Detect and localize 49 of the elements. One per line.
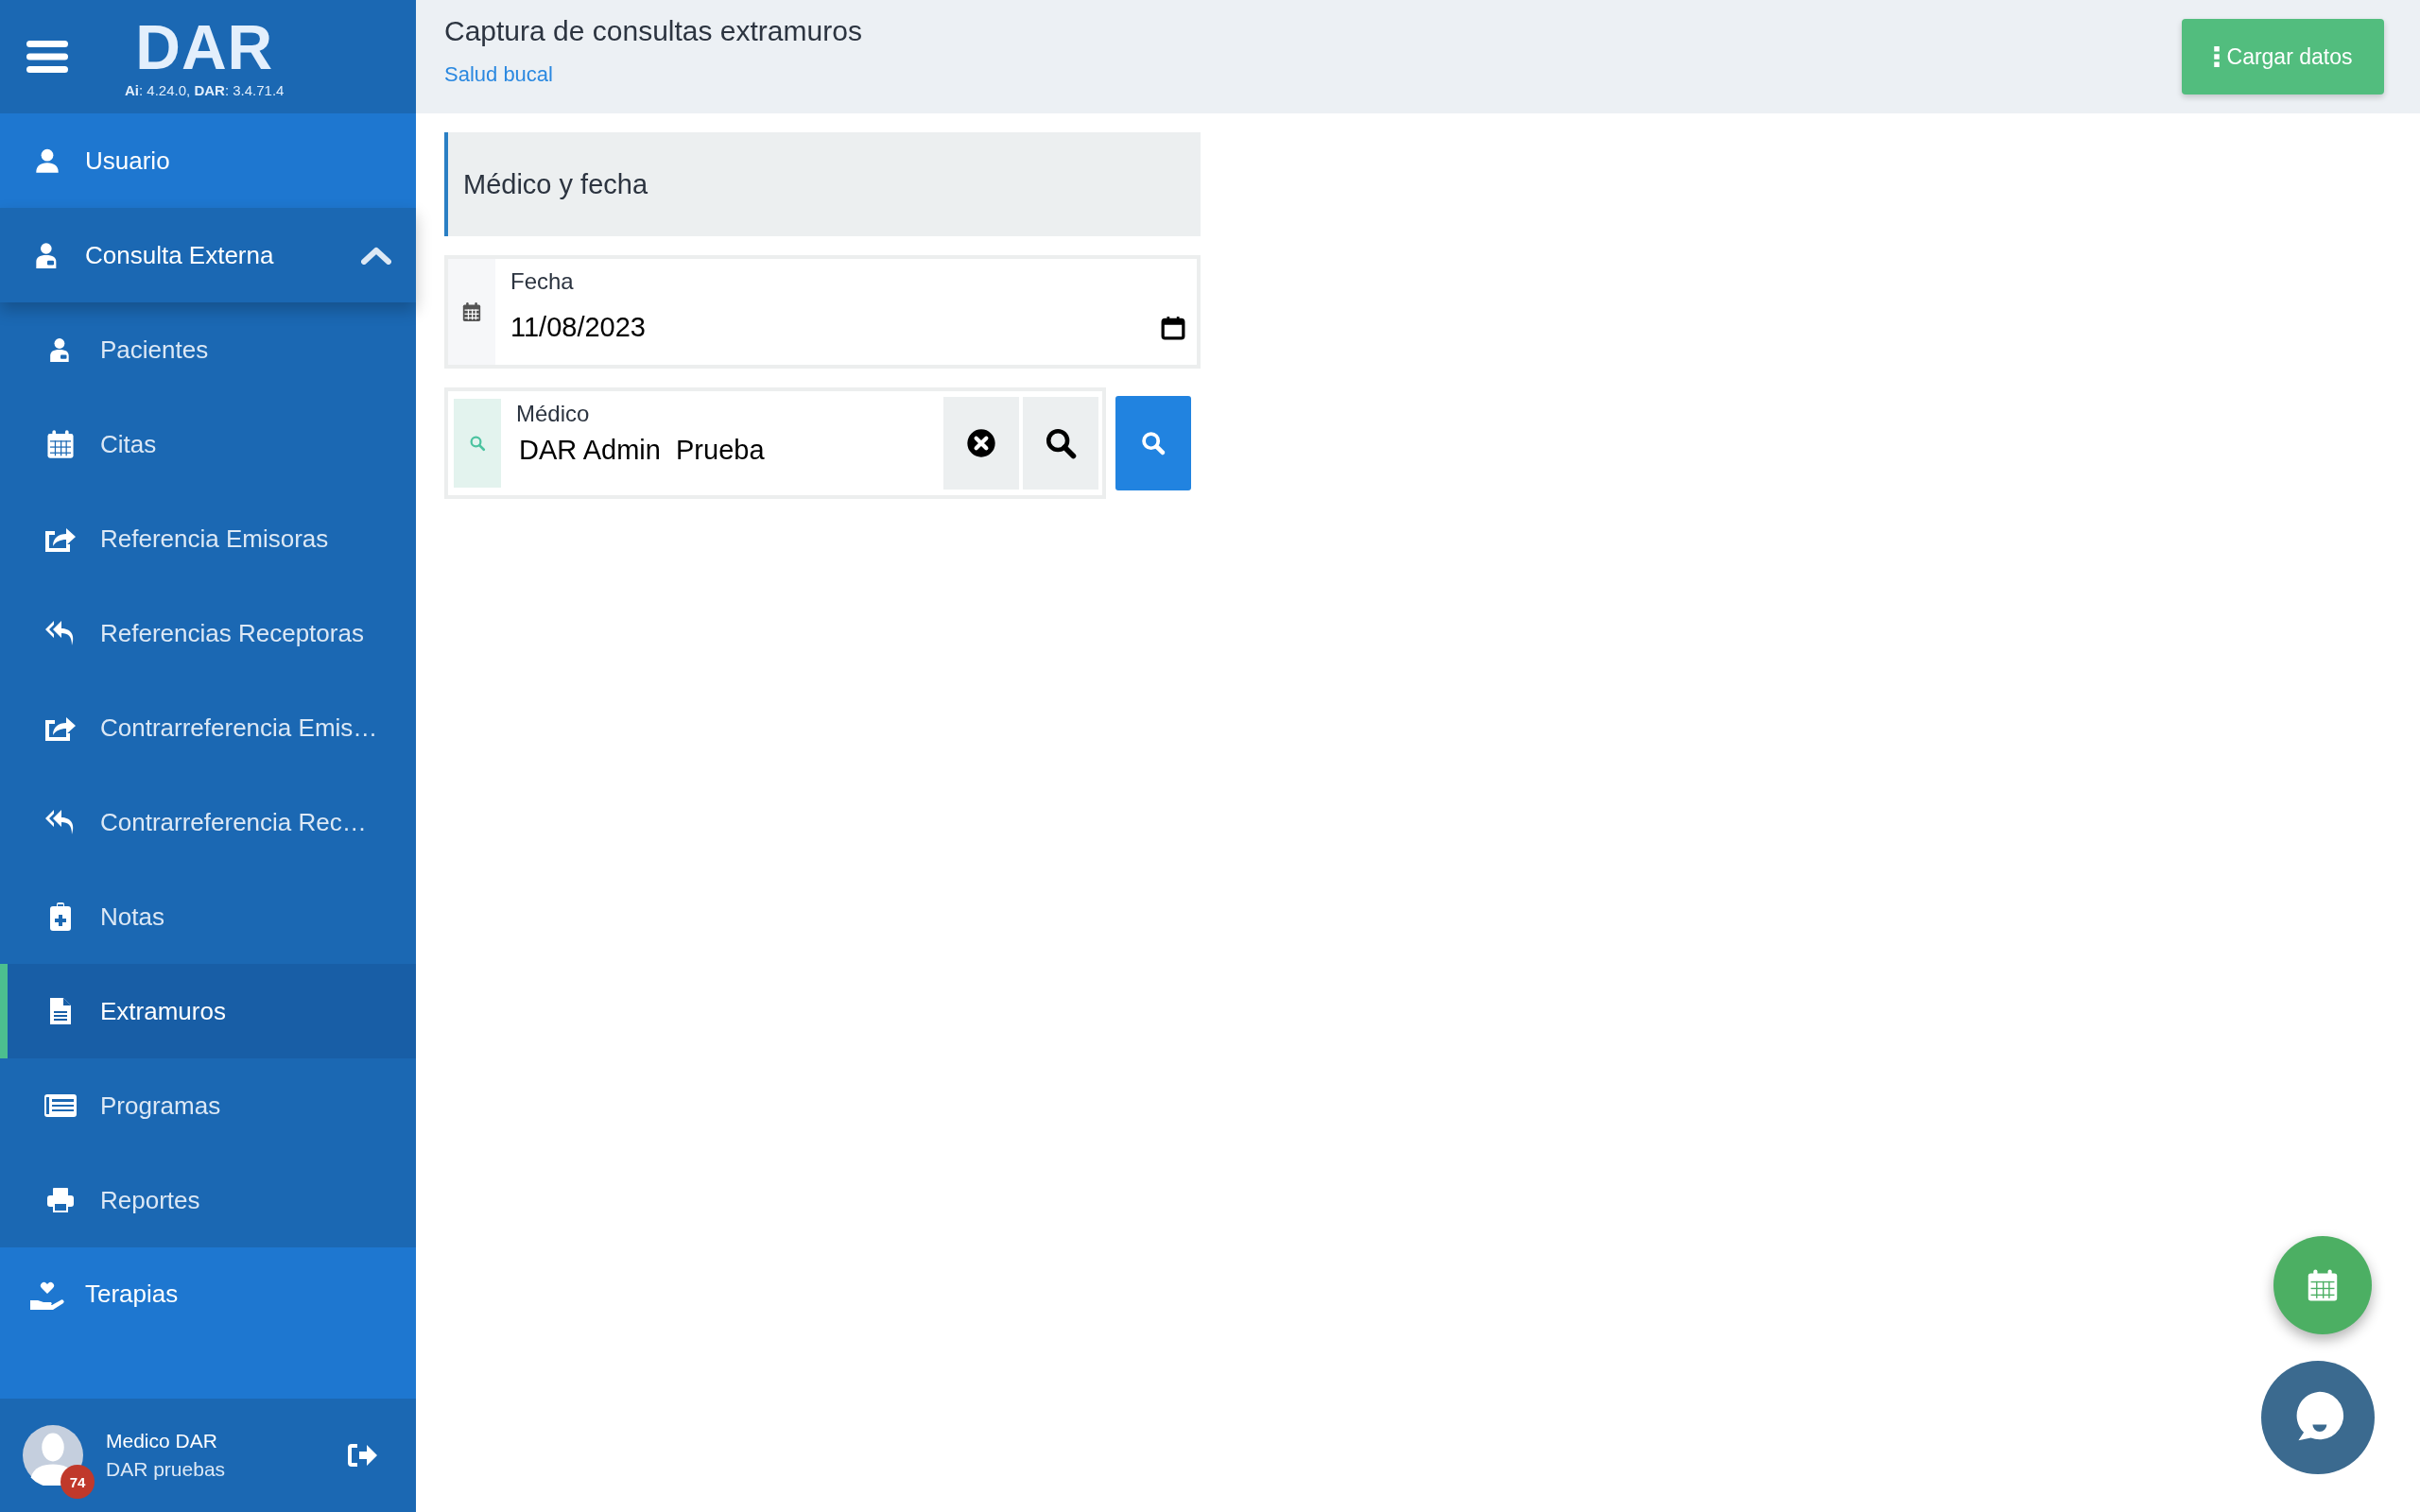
calendar-icon: [2307, 1268, 2339, 1302]
field-label: Médico: [516, 401, 591, 427]
sidebar-item[interactable]: Reportes: [0, 1153, 416, 1247]
search-button[interactable]: [1023, 397, 1098, 490]
sidebar-item[interactable]: Extramuros: [0, 964, 416, 1058]
user-name: Medico DAR: [106, 1430, 218, 1452]
sidebar-item[interactable]: Pacientes: [0, 302, 416, 397]
list-icon: [43, 1093, 78, 1118]
section-title: Médico y fecha: [463, 168, 648, 200]
search-icon: [1140, 430, 1167, 456]
calendar-icon: [462, 301, 481, 322]
user-organization: DAR pruebas: [106, 1458, 227, 1481]
sidebar-item[interactable]: Referencia Emisoras: [0, 491, 416, 586]
user-icon: [34, 147, 60, 174]
clear-icon: [966, 428, 996, 458]
sidebar-item[interactable]: Citas: [0, 397, 416, 491]
calendar-icon: [46, 429, 75, 459]
page-subtitle: Salud bucal: [444, 62, 554, 87]
search-icon: [469, 435, 486, 452]
logo: DAR: [135, 15, 274, 78]
menu-icon[interactable]: [26, 41, 68, 73]
sidebar-item[interactable]: Contrarreferencia Rec…: [0, 775, 416, 869]
calendar-picker-icon[interactable]: [1161, 315, 1185, 340]
notification-badge: 74: [60, 1465, 95, 1499]
sidebar-item[interactable]: Contrarreferencia Emis…: [0, 680, 416, 775]
sidebar-item[interactable]: Referencias Receptoras: [0, 586, 416, 680]
page-title: Captura de consultas extramuros: [444, 15, 862, 47]
sidebar-item[interactable]: Terapias: [0, 1247, 416, 1399]
field-value: 11/08/2023: [510, 312, 646, 343]
sidebar-item[interactable]: Usuario: [0, 113, 416, 208]
doctor-field[interactable]: Médico DAR Admin Prueba: [444, 387, 1106, 499]
clipboard-plus-icon: [49, 902, 72, 932]
kebab-icon: [2213, 46, 2220, 67]
chevron-up-icon: [361, 246, 391, 265]
date-field[interactable]: Fecha 11/08/2023: [444, 255, 1201, 369]
search-icon: [1045, 427, 1077, 459]
load-data-button[interactable]: Cargar datos: [2182, 19, 2384, 94]
printer-icon: [46, 1187, 75, 1213]
sidebar-item[interactable]: Consulta Externa: [0, 208, 416, 302]
field-label: Fecha: [510, 268, 575, 295]
hand-heart-icon: [28, 1280, 66, 1310]
logout-icon[interactable]: [346, 1441, 378, 1469]
clear-button[interactable]: [943, 397, 1019, 490]
sidebar-item[interactable]: Notas: [0, 869, 416, 964]
calendar-button[interactable]: [2273, 1236, 2372, 1334]
field-value: DAR Admin Prueba: [518, 435, 766, 466]
sidebar-item[interactable]: Programas: [0, 1058, 416, 1153]
file-icon: [49, 997, 72, 1025]
version-text: Ai: 4.24.0, DAR: 3.4.71.4: [125, 81, 285, 98]
